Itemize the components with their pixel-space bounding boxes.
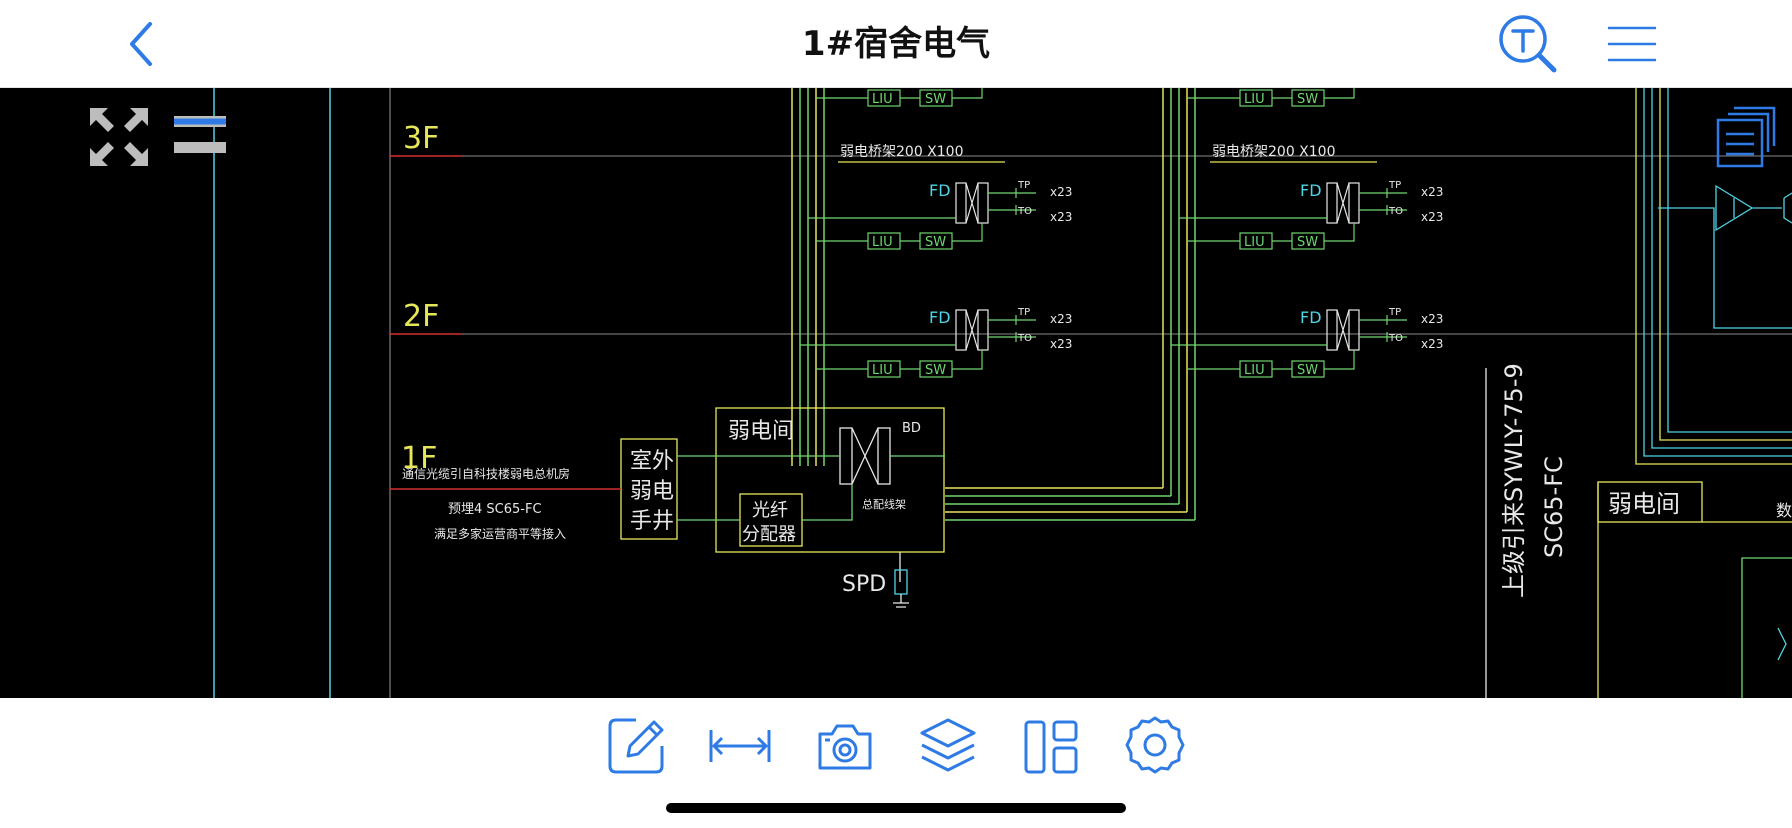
outdoor-well-label: 弱电 <box>630 479 674 504</box>
room-label: 弱电间 <box>728 419 794 444</box>
top-navigation-bar: 1#宿舍电气 <box>0 0 1792 88</box>
liu-sw-top-right: LIU SW <box>1187 88 1355 107</box>
sw-label: SW <box>925 235 946 250</box>
liu-label: LIU <box>1244 235 1265 250</box>
text-search-icon[interactable] <box>1496 12 1560 76</box>
floor-label-2f: 2F <box>403 299 439 334</box>
liu-sw-top-left: LIU SW <box>816 88 983 107</box>
liu-sw-3f-right: LIU SW <box>1187 223 1355 250</box>
bd-label: BD <box>902 421 921 436</box>
fd-block-2f-right: FD TP TO x23 x23 <box>1171 307 1443 351</box>
room-label-right: 弱电间 <box>1608 490 1680 518</box>
liu-label: LIU <box>872 92 893 107</box>
drawing-canvas[interactable]: 3F 2F 1F 弱电桥架200 X100 弱电桥架200 X100 LIU S… <box>0 88 1792 698</box>
frame-lines <box>213 88 391 698</box>
liu-label: LIU <box>872 363 893 378</box>
port-count: x23 <box>1421 210 1443 224</box>
cut-text-right: 数 <box>1776 501 1792 520</box>
fd-label: FD <box>1300 308 1322 327</box>
to-label: TO <box>1017 206 1032 217</box>
upstream-cable-label: 上级引来SYWLY-75-9 <box>1500 363 1528 598</box>
floor-lines <box>390 155 1792 335</box>
liu-sw-2f-left: LIU SW <box>816 350 983 378</box>
sw-label: SW <box>925 92 946 107</box>
tp-label: TP <box>1017 307 1030 318</box>
fd-label: FD <box>929 181 951 200</box>
to-label: TO <box>1388 333 1403 344</box>
riser-right <box>945 88 1196 521</box>
menu-lines-icon[interactable] <box>1606 20 1658 68</box>
split-lines-icon[interactable] <box>172 114 228 156</box>
annotate-edit-icon[interactable] <box>606 714 668 776</box>
to-label: TO <box>1388 206 1403 217</box>
incoming-note: 通信光缆引自科技楼弱电总机房 <box>402 466 570 481</box>
port-count: x23 <box>1050 210 1072 224</box>
port-count: x23 <box>1050 185 1072 199</box>
fd-block-2f-left: FD TP TO x23 x23 <box>800 307 1072 351</box>
splitter-label: 光纤 <box>752 500 788 521</box>
floor-label-3f: 3F <box>403 121 439 156</box>
liu-label: LIU <box>1244 363 1265 378</box>
upstream-conduit-label: SC65-FC <box>1540 456 1568 558</box>
fd-block-3f-left: FD TP TO x23 x23 <box>808 180 1072 224</box>
layers-icon[interactable] <box>918 716 978 776</box>
tp-label: TP <box>1017 180 1030 191</box>
tray-label-right: 弱电桥架200 X100 <box>1212 144 1335 160</box>
port-count: x23 <box>1050 312 1072 326</box>
splitter-label: 分配器 <box>742 524 796 545</box>
port-count: x23 <box>1421 312 1443 326</box>
incoming-note: 预埋4 SC65-FC <box>448 502 542 517</box>
incoming-note: 满足多家运营商平等接入 <box>434 526 566 541</box>
outdoor-well-label: 手井 <box>630 509 674 534</box>
liu-sw-3f-left: LIU SW <box>816 223 983 250</box>
bd-sub-label: 总配线架 <box>862 497 906 511</box>
riser-left <box>791 88 825 466</box>
fd-label: FD <box>1300 181 1322 200</box>
liu-sw-2f-right: LIU SW <box>1187 350 1355 378</box>
sw-label: SW <box>1297 235 1318 250</box>
layout-panels-icon[interactable] <box>1022 716 1080 776</box>
port-count: x23 <box>1421 337 1443 351</box>
tp-label: TP <box>1388 307 1401 318</box>
liu-label: LIU <box>872 235 893 250</box>
tp-label: TP <box>1388 180 1401 191</box>
to-label: TO <box>1017 333 1032 344</box>
sw-label: SW <box>1297 92 1318 107</box>
spd-label: SPD <box>842 572 886 597</box>
tray-label-left: 弱电桥架200 X100 <box>840 144 963 160</box>
sw-label: SW <box>1297 363 1318 378</box>
fd-label: FD <box>929 308 951 327</box>
fd-block-3f-right: FD TP TO x23 x23 <box>1179 180 1443 224</box>
expand-arrows-icon[interactable] <box>88 106 150 168</box>
right-side-partial: 上级引来SYWLY-75-9 SC65-FC 弱电间 数 <box>1485 88 1792 698</box>
camera-icon[interactable] <box>816 718 874 774</box>
measure-distance-icon[interactable] <box>708 718 772 774</box>
port-count: x23 <box>1050 337 1072 351</box>
stacked-documents-icon[interactable] <box>1716 106 1776 168</box>
liu-label: LIU <box>1244 92 1265 107</box>
sw-label: SW <box>925 363 946 378</box>
settings-gear-icon[interactable] <box>1124 714 1186 776</box>
home-indicator <box>666 803 1126 813</box>
outdoor-well-label: 室外 <box>630 449 674 474</box>
port-count: x23 <box>1421 185 1443 199</box>
